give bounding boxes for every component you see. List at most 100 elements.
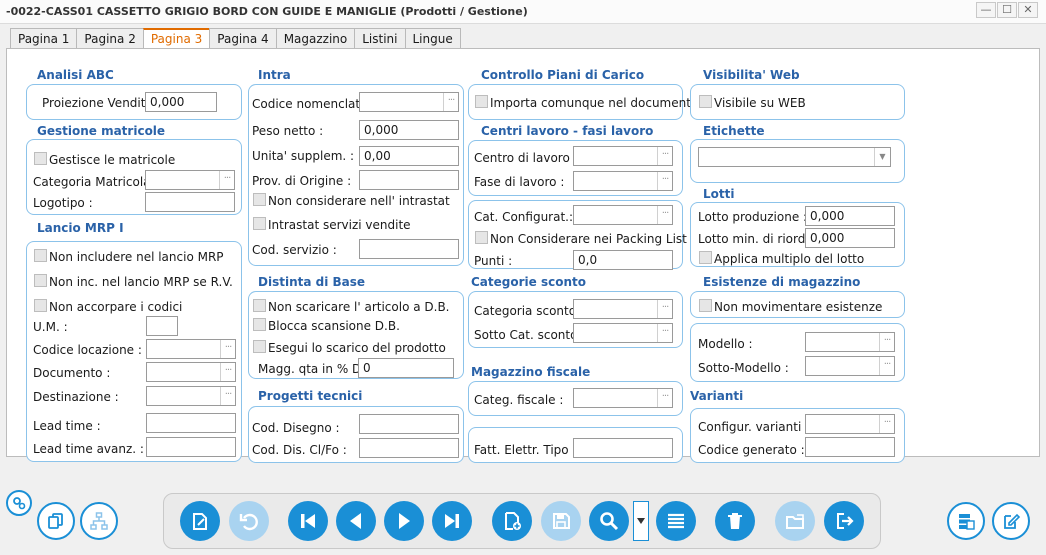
non-scaricare-db-checkbox[interactable]: [253, 299, 266, 312]
gestisce-matricole-checkbox[interactable]: [34, 152, 47, 165]
categoria-matricola-field[interactable]: ···: [145, 170, 235, 190]
lookup-icon[interactable]: ···: [657, 324, 672, 342]
lead-time-avanz-field[interactable]: [146, 437, 236, 457]
cat-configurat-field[interactable]: ···: [573, 205, 673, 225]
blocca-scansione-checkbox[interactable]: [253, 318, 266, 331]
lookup-icon[interactable]: ···: [220, 387, 235, 405]
punti-field[interactable]: 0,0: [573, 250, 673, 270]
lookup-icon[interactable]: ···: [657, 206, 672, 224]
lotto-min-field[interactable]: 0,000: [805, 228, 895, 248]
documento-field[interactable]: ···: [146, 362, 236, 382]
sotto-cat-sconto-label: Sotto Cat. sconto :: [474, 328, 586, 342]
configur-varianti-field[interactable]: ···: [805, 414, 895, 434]
last-record-button[interactable]: [432, 501, 472, 541]
previous-record-button[interactable]: [336, 501, 376, 541]
tab-pagina-3[interactable]: Pagina 3: [142, 28, 211, 50]
lookup-icon[interactable]: ···: [657, 147, 672, 165]
lead-time-field[interactable]: [146, 413, 236, 433]
peso-netto-field[interactable]: 0,000: [359, 120, 459, 140]
undo-button[interactable]: [229, 501, 269, 541]
minimize-button[interactable]: —: [976, 2, 996, 18]
cod-disegno-field[interactable]: [359, 414, 459, 434]
codice-nomenclat-field[interactable]: ···: [359, 92, 459, 112]
fase-lavoro-field[interactable]: ···: [573, 171, 673, 191]
categ-fiscale-field[interactable]: ···: [573, 388, 673, 408]
applica-multiplo-checkbox[interactable]: [699, 251, 712, 264]
cod-dis-clfo-field[interactable]: [359, 438, 459, 458]
tab-listini[interactable]: Listini: [354, 28, 406, 49]
lookup-icon[interactable]: ···: [220, 340, 235, 358]
next-record-button[interactable]: [384, 501, 424, 541]
tab-lingue[interactable]: Lingue: [404, 28, 461, 49]
non-includere-mrp-label: Non includere nel lancio MRP: [49, 250, 224, 264]
cod-servizio-field[interactable]: [359, 239, 459, 259]
save-button[interactable]: [541, 501, 581, 541]
tab-pagina-1[interactable]: Pagina 1: [10, 28, 78, 49]
tab-pagina-4[interactable]: Pagina 4: [209, 28, 277, 49]
categoria-sconto-field[interactable]: ···: [573, 299, 673, 319]
destinazione-field[interactable]: ···: [146, 386, 236, 406]
prov-origine-field[interactable]: [359, 170, 459, 190]
first-record-button[interactable]: [288, 501, 328, 541]
delete-button[interactable]: [715, 501, 755, 541]
sotto-cat-sconto-field[interactable]: ···: [573, 323, 673, 343]
first-icon: [301, 514, 315, 528]
lead-time-avanz-label: Lead time avanz. :: [33, 442, 144, 456]
search-options-dropdown[interactable]: [633, 501, 649, 541]
magg-qta-field[interactable]: 0: [358, 358, 454, 378]
non-inc-mrp-rv-checkbox[interactable]: [34, 274, 47, 287]
modello-field[interactable]: ···: [805, 332, 895, 352]
copy-button[interactable]: [37, 502, 75, 540]
esegui-scarico-checkbox[interactable]: [253, 340, 266, 353]
non-includere-mrp-checkbox[interactable]: [34, 249, 47, 262]
settings-button[interactable]: [6, 490, 32, 516]
database-button[interactable]: [947, 502, 985, 540]
um-field[interactable]: [146, 316, 178, 336]
export-button[interactable]: [775, 501, 815, 541]
lookup-icon[interactable]: ···: [657, 300, 672, 318]
visibile-web-checkbox[interactable]: [699, 95, 712, 108]
codice-locazione-field[interactable]: ···: [146, 339, 236, 359]
new-document-button[interactable]: [492, 501, 532, 541]
lookup-icon[interactable]: ···: [657, 172, 672, 190]
non-accorpare-checkbox[interactable]: [34, 299, 47, 312]
lookup-icon[interactable]: ···: [657, 389, 672, 407]
lotto-produzione-field[interactable]: 0,000: [805, 206, 895, 226]
centro-lavoro-field[interactable]: ···: [573, 146, 673, 166]
close-button[interactable]: ✕: [1018, 2, 1038, 18]
non-considerare-intrastat-checkbox[interactable]: [253, 193, 266, 206]
lotto-min-label: Lotto min. di riord. :: [698, 232, 818, 246]
search-button[interactable]: [589, 501, 629, 541]
codice-locazione-label: Codice locazione :: [33, 343, 142, 357]
non-considerare-packing-checkbox[interactable]: [475, 231, 488, 244]
intrastat-servizi-checkbox[interactable]: [253, 217, 266, 230]
sotto-modello-field[interactable]: ···: [805, 356, 895, 376]
etichette-select[interactable]: ▼: [698, 147, 891, 167]
proiezione-vendite-label: Proiezione Vendite: [42, 96, 153, 110]
non-movimentare-checkbox[interactable]: [699, 299, 712, 312]
proiezione-vendite-field[interactable]: 0,000: [145, 92, 217, 112]
categoria-sconto-label: Categoria sconto :: [474, 304, 584, 318]
lookup-icon[interactable]: ···: [443, 93, 458, 111]
fatt-elettr-field[interactable]: [573, 438, 673, 458]
unita-supplem-field[interactable]: 0,00: [359, 146, 459, 166]
importa-comunque-label: Importa comunque nel documento: [490, 96, 699, 110]
lookup-icon[interactable]: ···: [220, 363, 235, 381]
logotipo-field[interactable]: [145, 192, 235, 212]
edit-button[interactable]: [992, 502, 1030, 540]
tab-pagina-2[interactable]: Pagina 2: [76, 28, 144, 49]
centro-lavoro-label: Centro di lavoro :: [474, 151, 578, 165]
codice-generato-field[interactable]: [805, 437, 895, 457]
lookup-icon[interactable]: ···: [879, 357, 894, 375]
lookup-icon[interactable]: ···: [879, 415, 894, 433]
chevron-down-icon[interactable]: ▼: [874, 148, 890, 166]
exit-button[interactable]: [824, 501, 864, 541]
importa-comunque-checkbox[interactable]: [475, 95, 488, 108]
hierarchy-button[interactable]: [80, 502, 118, 540]
edit-document-button[interactable]: [180, 501, 220, 541]
lookup-icon[interactable]: ···: [219, 171, 234, 189]
lookup-icon[interactable]: ···: [879, 333, 894, 351]
list-view-button[interactable]: [656, 501, 696, 541]
tab-magazzino[interactable]: Magazzino: [275, 28, 356, 49]
maximize-button[interactable]: ☐: [997, 2, 1017, 18]
